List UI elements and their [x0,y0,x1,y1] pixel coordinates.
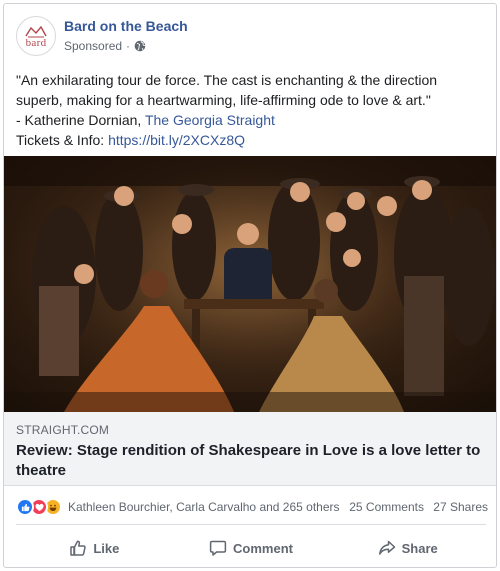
quote-line-1: "An exhilarating tour de force. The cast… [16,72,438,88]
tickets-url-link[interactable]: https://bit.ly/2XCXz8Q [108,132,245,148]
reactions-bar: Kathleen Bourchier, Carla Carvalho and 2… [16,498,488,516]
attribution-line: - Katherine Dornian, The Georgia Straigh… [16,110,488,130]
reaction-names[interactable]: Kathleen Bourchier, Carla Carvalho and 2… [68,500,340,514]
post-actions: Like Comment Share [16,531,486,565]
comments-count[interactable]: 25 Comments [349,500,424,514]
page-avatar[interactable]: bard [16,16,56,56]
like-label: Like [93,540,120,556]
like-icon [16,498,34,516]
sponsored-label[interactable]: Sponsored [64,39,122,53]
actions-divider [16,524,486,525]
engagement-counts: 25 Comments 27 Shares [343,500,488,514]
sponsored-post-card: bard Bard on the Beach Sponsored · "An e… [3,3,497,568]
page-name-link[interactable]: Bard on the Beach [64,18,188,34]
post-body-text: "An exhilarating tour de force. The cast… [16,70,488,130]
reaction-icons[interactable] [16,498,68,516]
share-arrow-icon [378,540,395,555]
post-photo[interactable] [4,156,496,412]
shares-count[interactable]: 27 Shares [433,500,488,514]
georgia-straight-link[interactable]: The Georgia Straight [145,112,275,128]
tickets-label: Tickets & Info: [16,132,109,148]
link-domain: STRAIGHT.COM [16,423,110,437]
share-button[interactable]: Share [329,531,486,565]
link-headline: Review: Stage rendition of Shakespeare i… [16,442,481,479]
thumbs-up-icon [70,540,87,556]
meta-separator: · [126,39,131,53]
stage-scene-image [4,156,496,412]
share-label: Share [401,540,438,556]
comment-label: Comment [233,540,293,556]
quote-line-2: superb, making for a heartwarming, life-… [16,92,431,108]
attribution-author: - Katherine Dornian, [16,112,145,128]
tickets-line: Tickets & Info: https://bit.ly/2XCXz8Q [16,130,245,150]
globe-icon[interactable] [134,40,146,52]
post-meta: Sponsored · [64,39,146,53]
like-button[interactable]: Like [16,531,173,565]
bard-logo-icon [25,25,47,37]
comment-button[interactable]: Comment [173,531,330,565]
avatar-logo-text: bard [25,36,47,49]
post-header: bard Bard on the Beach Sponsored · [4,4,496,62]
link-preview[interactable]: STRAIGHT.COM Review: Stage rendition of … [4,412,496,486]
comment-bubble-icon [209,540,227,556]
